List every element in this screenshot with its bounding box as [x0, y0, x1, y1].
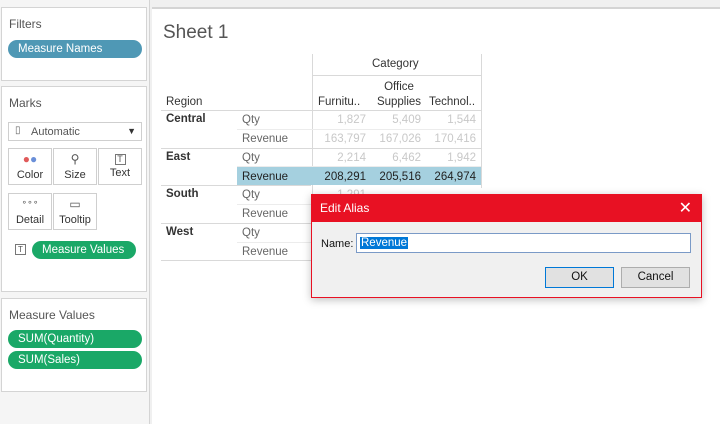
measure-label-qty: Qty — [242, 152, 260, 164]
measure-values-title: Measure Values — [9, 308, 95, 322]
detail-button-label: Detail — [15, 214, 45, 226]
color-icon: ●● — [22, 152, 38, 166]
region-east[interactable]: East — [166, 151, 190, 163]
name-label: Name: — [321, 238, 354, 250]
sub-line-west — [237, 242, 311, 243]
measure-label-revenue-selected[interactable]: Revenue — [242, 171, 288, 183]
measure-label-qty: Qty — [242, 114, 260, 126]
measure-values-pill[interactable]: Measure Values — [32, 241, 136, 259]
region-central[interactable]: Central — [166, 113, 206, 125]
tooltip-icon: ▭ — [69, 197, 81, 211]
row-line-5 — [161, 260, 311, 261]
col-divider-right — [481, 54, 482, 188]
size-button[interactable]: ⚲ Size — [53, 148, 97, 185]
table-cell: 5,409 — [392, 114, 421, 126]
size-icon: ⚲ — [70, 152, 80, 166]
table-cell: 264,974 — [434, 171, 476, 183]
table-cell: 1,942 — [447, 152, 476, 164]
marks-title: Marks — [9, 96, 42, 110]
mark-type-label: Automatic — [31, 126, 80, 138]
filters-title: Filters — [9, 17, 42, 31]
top-strip — [152, 0, 720, 8]
filter-pill-measure-names[interactable]: Measure Names — [8, 40, 142, 58]
category-header: Category — [372, 58, 419, 70]
row-line-1 — [161, 110, 481, 111]
ok-button[interactable]: OK — [545, 267, 614, 288]
text-icon: T — [114, 154, 126, 165]
filters-card: Filters Measure Names — [1, 7, 147, 81]
table-cell: 1,544 — [447, 114, 476, 126]
sub-line-south — [237, 204, 311, 205]
table-cell: 205,516 — [379, 171, 421, 183]
col-header-furniture[interactable]: Furnitu.. — [318, 96, 360, 108]
table-cell: 163,797 — [324, 133, 366, 145]
tooltip-button-label: Tooltip — [59, 214, 91, 226]
col-header-technology[interactable]: Technol.. — [429, 96, 475, 108]
measure-pill-sales[interactable]: SUM(Sales) — [8, 351, 142, 369]
table-cell: 1,827 — [337, 114, 366, 126]
sub-line-central — [237, 129, 481, 130]
marks-card: Marks ▯ Automatic ▼ ●● Color ⚲ Size T Te… — [1, 86, 147, 292]
left-pane: Filters Measure Names Marks ▯ Automatic … — [0, 0, 150, 424]
mark-type-select[interactable]: ▯ Automatic ▼ — [8, 122, 142, 141]
measure-label-revenue[interactable]: Revenue — [242, 246, 288, 258]
table-cell: 2,214 — [337, 152, 366, 164]
alias-name-input[interactable]: Revenue — [356, 233, 691, 253]
color-button-label: Color — [16, 169, 44, 181]
close-icon[interactable]: ✕ — [679, 195, 692, 222]
sheet-title: Sheet 1 — [163, 22, 229, 43]
measure-label-qty: Qty — [242, 189, 260, 201]
text-mark-icon: T — [15, 244, 26, 255]
measure-values-card: Measure Values SUM(Quantity) SUM(Sales) — [1, 298, 147, 392]
detail-icon: ∘∘∘ — [21, 197, 39, 207]
dialog-titlebar[interactable]: Edit Alias ✕ — [312, 195, 701, 222]
cancel-button[interactable]: Cancel — [621, 267, 690, 288]
region-west[interactable]: West — [166, 226, 193, 238]
table-cell: 170,416 — [434, 133, 476, 145]
chevron-down-icon: ▼ — [127, 126, 136, 136]
col-header-office-supplies[interactable]: Office Supplies — [375, 80, 423, 110]
measure-pill-quantity[interactable]: SUM(Quantity) — [8, 330, 142, 348]
row-line-3 — [161, 185, 311, 186]
row-line-2 — [161, 148, 481, 149]
measure-label-revenue[interactable]: Revenue — [242, 133, 288, 145]
text-button-label: Text — [109, 167, 131, 179]
measure-label-qty: Qty — [242, 227, 260, 239]
tooltip-button[interactable]: ▭ Tooltip — [53, 193, 97, 230]
dialog-title: Edit Alias — [320, 201, 370, 215]
color-button[interactable]: ●● Color — [8, 148, 52, 185]
alias-name-value: Revenue — [360, 237, 409, 249]
automatic-icon: ▯ — [15, 125, 21, 136]
table-cell: 208,291 — [324, 171, 366, 183]
region-header: Region — [166, 96, 203, 108]
detail-button[interactable]: ∘∘∘ Detail — [8, 193, 52, 230]
header-bottom-line — [312, 75, 481, 76]
region-south[interactable]: South — [166, 188, 199, 200]
text-button[interactable]: T Text — [98, 148, 142, 185]
size-button-label: Size — [64, 169, 86, 181]
measure-label-revenue[interactable]: Revenue — [242, 208, 288, 220]
table-cell: 167,026 — [379, 133, 421, 145]
edit-alias-dialog: Edit Alias ✕ Name: Revenue OK Cancel — [311, 194, 702, 298]
table-cell: 6,462 — [392, 152, 421, 164]
row-line-4 — [161, 223, 311, 224]
